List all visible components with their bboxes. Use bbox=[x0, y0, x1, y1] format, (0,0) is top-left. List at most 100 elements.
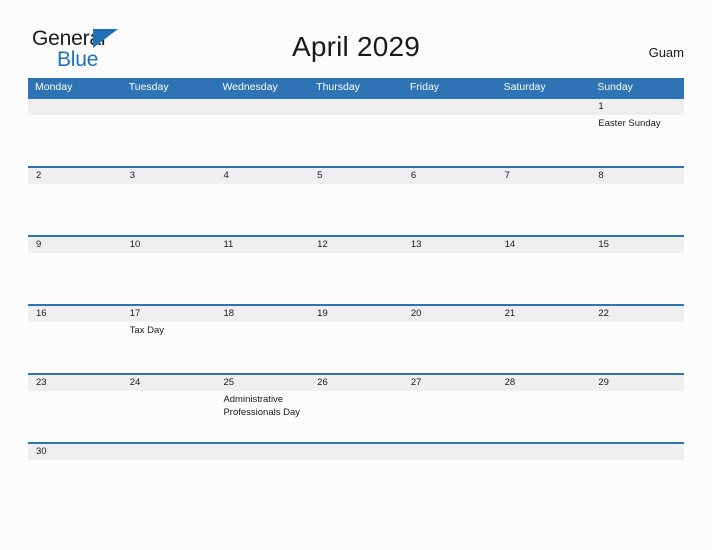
day-cell[interactable] bbox=[28, 322, 122, 373]
calendar-weeks: 1 Easter Sunday 2 3 4 5 6 7 8 9 10 11 12 13 14 15 16 17 18… bbox=[28, 97, 684, 478]
day-number[interactable]: 1 bbox=[590, 99, 684, 115]
day-cell[interactable] bbox=[215, 184, 309, 235]
day-cell[interactable] bbox=[309, 322, 403, 373]
day-number[interactable]: 4 bbox=[215, 168, 309, 184]
day-cell bbox=[215, 115, 309, 166]
day-number[interactable]: 29 bbox=[590, 375, 684, 391]
day-number[interactable]: 11 bbox=[215, 237, 309, 253]
day-number[interactable]: 17 bbox=[122, 306, 216, 322]
day-cell[interactable] bbox=[28, 253, 122, 304]
dow-header-wednesday: Wednesday bbox=[222, 81, 278, 93]
calendar-page: General Blue April 2029 Guam Monday Tues… bbox=[0, 0, 712, 550]
week-date-number-band: 16 17 18 19 20 21 22 bbox=[28, 306, 684, 322]
day-number[interactable]: 25 bbox=[215, 375, 309, 391]
day-cell[interactable] bbox=[215, 322, 309, 373]
calendar-week-row: 2345678 bbox=[28, 166, 684, 235]
day-number[interactable]: 26 bbox=[309, 375, 403, 391]
day-cell bbox=[28, 115, 122, 166]
day-cell[interactable] bbox=[28, 391, 122, 442]
calendar-week-row: 23 24 25 26 27 28 29 Administrative Professiona… bbox=[28, 373, 684, 442]
week-events-band: Tax Day bbox=[28, 322, 684, 373]
day-cell[interactable] bbox=[497, 184, 591, 235]
day-number[interactable]: 18 bbox=[215, 306, 309, 322]
day-cell[interactable] bbox=[497, 322, 591, 373]
day-cell[interactable] bbox=[122, 253, 216, 304]
day-event-label: Administrative Professionals Day bbox=[223, 394, 300, 418]
day-number[interactable]: 22 bbox=[590, 306, 684, 322]
day-number[interactable]: 12 bbox=[309, 237, 403, 253]
day-event-label: Easter Sunday bbox=[598, 118, 661, 129]
day-number[interactable]: 27 bbox=[403, 375, 497, 391]
day-cell[interactable] bbox=[122, 184, 216, 235]
day-cell[interactable]: Easter Sunday bbox=[590, 115, 684, 166]
calendar-week-row: 16 17 18 19 20 21 22 Tax Day bbox=[28, 304, 684, 373]
day-cell[interactable] bbox=[309, 391, 403, 442]
week-events-band: Administrative Professionals Day bbox=[28, 391, 684, 442]
week-events-band bbox=[28, 184, 684, 235]
day-cell[interactable] bbox=[403, 253, 497, 304]
day-cell[interactable] bbox=[590, 184, 684, 235]
day-cell[interactable] bbox=[309, 184, 403, 235]
calendar-week-row: 9 10 11 12 13 14 15 bbox=[28, 235, 684, 304]
day-cell[interactable] bbox=[590, 322, 684, 373]
day-cell bbox=[590, 460, 684, 478]
day-cell[interactable] bbox=[497, 253, 591, 304]
day-number[interactable]: 24 bbox=[122, 375, 216, 391]
day-number[interactable]: 10 bbox=[122, 237, 216, 253]
day-number[interactable]: 16 bbox=[28, 306, 122, 322]
day-cell[interactable] bbox=[590, 253, 684, 304]
day-cell[interactable] bbox=[403, 322, 497, 373]
day-number-empty bbox=[403, 99, 497, 115]
region-label: Guam bbox=[648, 45, 684, 60]
day-number-empty bbox=[215, 99, 309, 115]
day-number[interactable]: 20 bbox=[403, 306, 497, 322]
day-number-empty bbox=[215, 444, 309, 460]
day-cell bbox=[497, 115, 591, 166]
day-number-empty bbox=[497, 444, 591, 460]
day-cell bbox=[403, 460, 497, 478]
page-title: April 2029 bbox=[291, 31, 421, 62]
day-number[interactable]: 5 bbox=[309, 168, 403, 184]
day-cell bbox=[309, 115, 403, 166]
day-number[interactable]: 15 bbox=[590, 237, 684, 253]
day-number-empty bbox=[28, 99, 122, 115]
day-cell[interactable]: Tax Day bbox=[122, 322, 216, 373]
day-number[interactable]: 30 bbox=[28, 444, 122, 460]
day-cell bbox=[122, 460, 216, 478]
day-cell[interactable] bbox=[403, 184, 497, 235]
day-number[interactable]: 14 bbox=[497, 237, 591, 253]
day-number[interactable]: 13 bbox=[403, 237, 497, 253]
day-number-empty bbox=[590, 444, 684, 460]
day-cell[interactable] bbox=[309, 253, 403, 304]
day-number[interactable]: 23 bbox=[28, 375, 122, 391]
day-number[interactable]: 2 bbox=[28, 168, 122, 184]
day-number-empty bbox=[403, 444, 497, 460]
day-cell[interactable] bbox=[122, 391, 216, 442]
day-number[interactable]: 8 bbox=[590, 168, 684, 184]
day-of-week-header-row: Monday Tuesday Wednesday Thursday Friday… bbox=[28, 78, 684, 97]
day-number[interactable]: 6 bbox=[403, 168, 497, 184]
day-cell[interactable] bbox=[497, 391, 591, 442]
day-event-label: Tax Day bbox=[129, 325, 165, 336]
day-number[interactable]: 28 bbox=[497, 375, 591, 391]
day-cell[interactable] bbox=[28, 184, 122, 235]
day-cell[interactable]: Administrative Professionals Day bbox=[215, 391, 309, 442]
day-number-empty bbox=[122, 444, 216, 460]
day-number[interactable]: 19 bbox=[309, 306, 403, 322]
day-cell bbox=[122, 115, 216, 166]
dow-header-sunday: Sunday bbox=[597, 81, 633, 93]
week-events-band: Easter Sunday bbox=[28, 115, 684, 166]
dow-header-monday: Monday bbox=[35, 81, 73, 93]
week-date-number-band: 1 bbox=[28, 99, 684, 115]
day-cell[interactable] bbox=[28, 460, 122, 478]
day-number[interactable]: 7 bbox=[497, 168, 591, 184]
day-cell[interactable] bbox=[590, 391, 684, 442]
day-number[interactable]: 21 bbox=[497, 306, 591, 322]
day-cell bbox=[497, 460, 591, 478]
day-number[interactable]: 9 bbox=[28, 237, 122, 253]
day-cell[interactable] bbox=[215, 253, 309, 304]
calendar-week-row: 30 bbox=[28, 442, 684, 478]
day-number-empty bbox=[122, 99, 216, 115]
day-number[interactable]: 3 bbox=[122, 168, 216, 184]
day-cell[interactable] bbox=[403, 391, 497, 442]
